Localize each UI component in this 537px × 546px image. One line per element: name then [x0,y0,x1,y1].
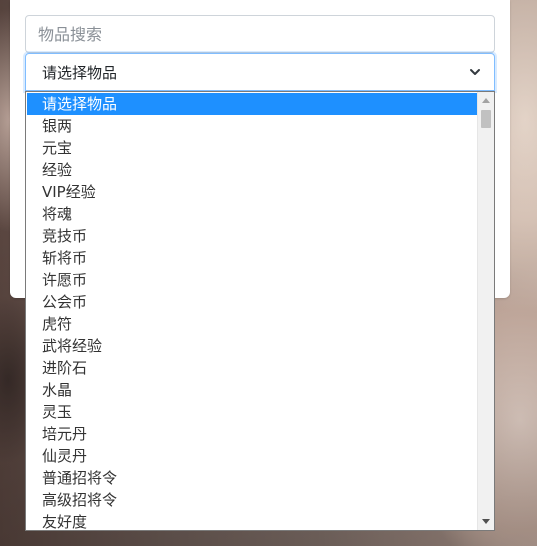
option-item[interactable]: 请选择物品 [27,93,478,115]
option-item[interactable]: 灵玉 [27,401,478,423]
option-item[interactable]: 友好度 [27,511,478,530]
option-item[interactable]: 进阶石 [27,357,478,379]
item-select-dropdown: 请选择物品 银两 元宝 经验 VIP经验 将魂 竞技币 斩将币 许愿币 公会币 … [25,91,495,531]
option-item[interactable]: 斩将币 [27,247,478,269]
option-item[interactable]: 银两 [27,115,478,137]
option-item[interactable]: 高级招将令 [27,489,478,511]
scrollbar-thumb[interactable] [481,110,491,128]
option-item[interactable]: 经验 [27,159,478,181]
option-item[interactable]: 公会币 [27,291,478,313]
option-item[interactable]: 仙灵丹 [27,445,478,467]
option-list: 请选择物品 银两 元宝 经验 VIP经验 将魂 竞技币 斩将币 许愿币 公会币 … [27,93,478,530]
option-item[interactable]: 培元丹 [27,423,478,445]
option-item[interactable]: 虎符 [27,313,478,335]
option-item[interactable]: 武将经验 [27,335,478,357]
item-search-input[interactable] [25,15,495,53]
chevron-down-icon [470,69,480,75]
item-select[interactable]: 请选择物品 [25,53,495,91]
option-item[interactable]: 竞技币 [27,225,478,247]
dropdown-scrollbar[interactable] [477,92,494,530]
option-item[interactable]: VIP经验 [27,181,478,203]
option-item[interactable]: 元宝 [27,137,478,159]
scroll-up-arrow-icon[interactable] [478,92,494,108]
option-item[interactable]: 许愿币 [27,269,478,291]
scroll-down-arrow-icon[interactable] [478,514,494,530]
option-item[interactable]: 水晶 [27,379,478,401]
option-item[interactable]: 将魂 [27,203,478,225]
option-item[interactable]: 普通招将令 [27,467,478,489]
item-select-value: 请选择物品 [42,63,118,82]
